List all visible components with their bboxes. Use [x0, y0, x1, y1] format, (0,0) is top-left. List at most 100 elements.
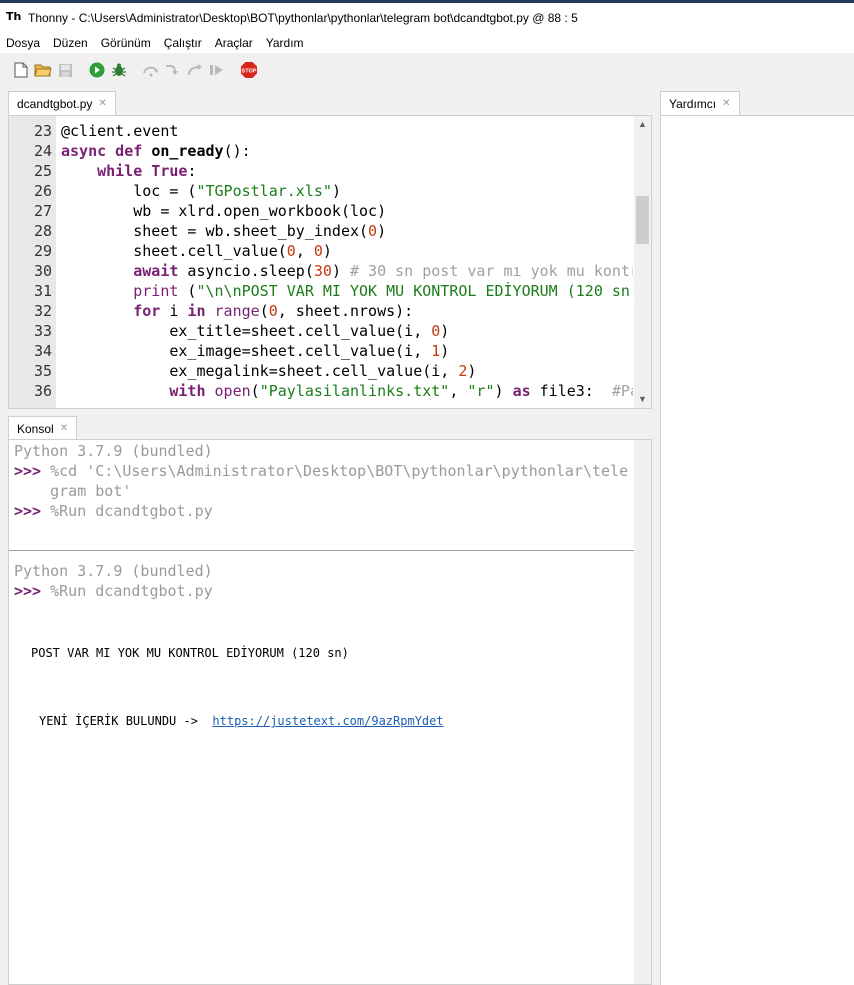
- tab-dcandtgbot[interactable]: dcandtgbot.py ✕: [8, 91, 116, 115]
- close-icon[interactable]: ✕: [98, 98, 106, 109]
- code-token: ex_megalink=sheet.cell_value(i,: [61, 362, 459, 380]
- code-token: 0: [431, 322, 441, 340]
- code-token: ): [440, 322, 450, 340]
- code-line: ex_megalink=sheet.cell_value(i, 2): [61, 361, 633, 381]
- tab-konsol[interactable]: Konsol ✕: [8, 416, 78, 440]
- code-line: ex_title=sheet.cell_value(i, 0): [61, 321, 633, 341]
- command-text: %Run dcandtgbot.py: [41, 582, 213, 600]
- output-link[interactable]: https://justetext.com/9azRpmYdet: [212, 714, 443, 728]
- code-line: sheet = wb.sheet_by_index(0): [61, 221, 633, 241]
- menu-duzen[interactable]: Düzen: [53, 36, 88, 50]
- line-number: 23: [33, 122, 52, 140]
- code-line: @client.event: [61, 121, 633, 141]
- code-token: ex_title=sheet.cell_value(i,: [61, 322, 432, 340]
- scroll-down-icon[interactable]: ▼: [634, 391, 651, 408]
- step-over-icon[interactable]: [142, 61, 160, 79]
- console-command-wrap: gram bot': [14, 482, 132, 500]
- code-token: # 30 sn post var mı yok mu kontrol: [350, 262, 633, 280]
- scroll-up-icon[interactable]: ▲: [634, 116, 651, 133]
- step-out-icon[interactable]: [186, 61, 204, 79]
- line-number: 24: [33, 142, 52, 160]
- help-tab-bar: Yardımcı ✕: [660, 91, 854, 115]
- console-command: >>> %Run dcandtgbot.py: [14, 501, 213, 521]
- prompt: >>>: [14, 502, 42, 520]
- code-token: sheet.cell_value(: [61, 242, 287, 260]
- window-title: Thonny - C:\Users\Administrator\Desktop\…: [28, 11, 578, 25]
- step-into-icon[interactable]: [164, 61, 182, 79]
- console-command: >>> %Run dcandtgbot.py: [14, 581, 213, 601]
- open-folder-icon[interactable]: [34, 61, 52, 79]
- line-number: 32: [33, 302, 52, 320]
- code-token: loc = (: [61, 182, 197, 200]
- code-line: while True:: [61, 161, 633, 181]
- menu-gorunum[interactable]: Görünüm: [101, 36, 151, 50]
- line-number: 29: [33, 242, 52, 260]
- code-token: await: [133, 262, 179, 280]
- line-number: 33: [33, 322, 52, 340]
- line-number: 30: [33, 262, 52, 280]
- code-token: 0: [286, 242, 296, 260]
- scroll-thumb[interactable]: [636, 196, 649, 244]
- code-token: 0: [368, 222, 378, 240]
- save-icon[interactable]: [56, 61, 74, 79]
- code-token: on_ready: [151, 142, 224, 160]
- menu-araclar[interactable]: Araçlar: [215, 36, 253, 50]
- command-text: %Run dcandtgbot.py: [41, 502, 213, 520]
- code-token: , sheet.nrows):: [277, 302, 414, 320]
- editor-scrollbar[interactable]: ▲ ▼: [634, 116, 651, 408]
- code-area[interactable]: @client.event async def on_ready(): while…: [61, 116, 633, 408]
- menu-calistir[interactable]: Çalıştır: [164, 36, 202, 50]
- menu-dosya[interactable]: Dosya: [6, 36, 40, 50]
- console-command: >>> %cd 'C:\Users\Administrator\Desktop\…: [14, 461, 628, 481]
- code-token: 0: [268, 302, 278, 320]
- code-token: ): [322, 242, 332, 260]
- toolbar: STOP: [0, 53, 854, 87]
- code-token: 30: [313, 262, 332, 280]
- code-token: i: [160, 302, 188, 320]
- console-tab-bar: Konsol ✕: [8, 416, 652, 440]
- shell-console[interactable]: Python 3.7.9 (bundled) >>> %cd 'C:\Users…: [8, 439, 652, 985]
- line-number: 35: [33, 362, 52, 380]
- code-token: (: [178, 282, 197, 300]
- console-scrollbar[interactable]: [634, 440, 651, 984]
- line-number: 28: [33, 222, 52, 240]
- run-icon[interactable]: [88, 61, 106, 79]
- debug-icon[interactable]: [110, 61, 128, 79]
- code-token: "\n\nPOST VAR MI YOK MU KONTROL EDİYORUM…: [196, 282, 633, 300]
- line-number: 27: [33, 202, 52, 220]
- code-token: 0: [313, 242, 323, 260]
- help-panel: [660, 115, 854, 985]
- code-token: ():: [223, 142, 251, 160]
- title-bar: Th Thonny - C:\Users\Administrator\Deskt…: [0, 3, 854, 33]
- line-number: 36: [33, 382, 52, 400]
- close-icon[interactable]: ✕: [60, 423, 68, 434]
- code-line: loc = ("TGPostlar.xls"): [61, 181, 633, 201]
- code-token: "Paylasilanlinks.txt": [259, 382, 450, 400]
- thonny-logo-icon: Th: [6, 10, 22, 23]
- code-token: as: [512, 382, 531, 400]
- code-editor[interactable]: 23 24 25 26 27 28 29 30 31 32 33 34 35 36 @client.eve…: [8, 115, 652, 409]
- code-token: for: [133, 302, 161, 320]
- code-token: async def: [61, 142, 152, 160]
- tab-label: Yardımcı: [669, 96, 717, 111]
- resume-icon[interactable]: [208, 61, 226, 79]
- program-output: POST VAR MI YOK MU KONTROL EDİYORUM (120…: [31, 646, 349, 660]
- code-token: ,: [295, 242, 314, 260]
- code-token: in: [187, 302, 206, 320]
- code-token: ): [331, 182, 341, 200]
- close-icon[interactable]: ✕: [722, 98, 730, 109]
- menu-yardim[interactable]: Yardım: [266, 36, 304, 50]
- code-token: ): [377, 222, 387, 240]
- new-file-icon[interactable]: [12, 61, 30, 79]
- stop-icon[interactable]: STOP: [240, 61, 258, 79]
- tab-yardimci[interactable]: Yardımcı ✕: [660, 91, 740, 115]
- code-token: (: [250, 382, 260, 400]
- line-number: 25: [33, 162, 52, 180]
- output-prefix: YENİ İÇERİK BULUNDU ->: [39, 714, 206, 728]
- code-token: asyncio.sleep(: [178, 262, 314, 280]
- code-token: sheet = wb.sheet_by_index(: [61, 222, 369, 240]
- code-token: wb = xlrd.open_workbook(loc): [61, 202, 387, 220]
